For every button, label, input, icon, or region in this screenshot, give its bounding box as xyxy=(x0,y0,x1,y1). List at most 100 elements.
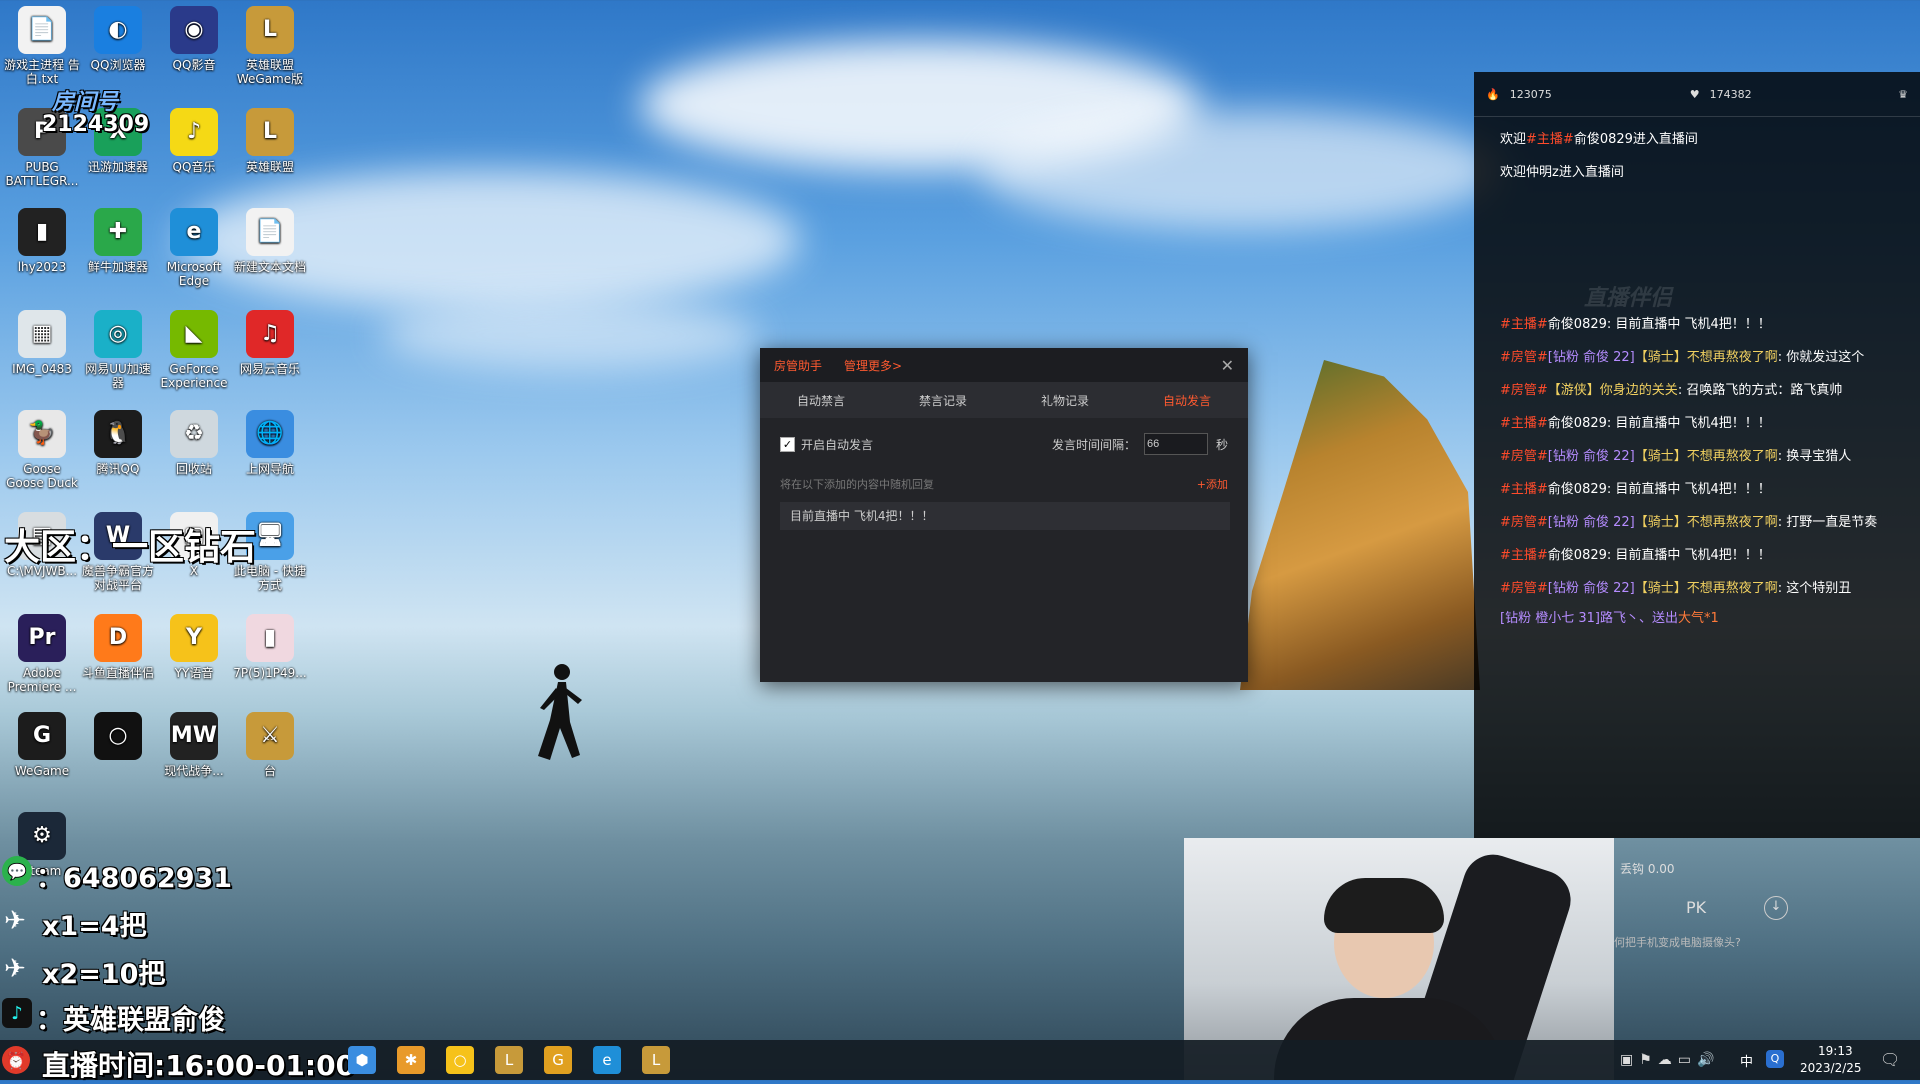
clock-time[interactable]: 19:13 xyxy=(1818,1044,1853,1058)
chat-message: #房管#[钻粉 俞俊 22]【骑士】不想再熬夜了啊: 打野一直是节奏 xyxy=(1500,515,1878,530)
crown-icon[interactable]: ♛ xyxy=(1898,88,1908,101)
clock-date[interactable]: 2023/2/25 xyxy=(1800,1061,1862,1075)
chat-message: #主播#俞俊0829: 目前直播中 飞机4把！！！ xyxy=(1500,416,1771,431)
desktop-icon[interactable]: 📄 新建文本文档 xyxy=(232,208,308,274)
taskbar-app-icon[interactable]: G xyxy=(544,1046,572,1074)
app-icon: ✚ xyxy=(94,208,142,256)
random-reply-hint: 将在以下添加的内容中随机回复 xyxy=(780,478,934,491)
welcome-line: 欢迎仲明z进入直播间 xyxy=(1500,165,1624,180)
desktop-icon[interactable]: Pr Adobe Premiere ... xyxy=(4,614,80,694)
desktop-icon-label: Microsoft Edge xyxy=(166,260,222,288)
desktop-icon-label: QQ浏览器 xyxy=(90,58,146,72)
app-icon: Pr xyxy=(18,614,66,662)
auto-speak-label: 开启自动发言 xyxy=(801,437,874,452)
desktop-icon[interactable]: ⚔ 台 xyxy=(232,712,308,778)
desktop-icon-label: QQ音乐 xyxy=(172,160,216,174)
desktop-icon-label: 游戏主进程 告白.txt xyxy=(4,58,80,86)
desktop-icon[interactable]: 🌐 上网导航 xyxy=(232,410,308,476)
app-icon: ⚙ xyxy=(18,812,66,860)
chat-message: #房管#[钻粉 俞俊 22]【骑士】不想再熬夜了啊: 这个特别丑 xyxy=(1500,581,1852,596)
gift-pk-icon[interactable]: PK xyxy=(1686,898,1706,917)
taskbar-app-icon[interactable]: ⬢ xyxy=(348,1046,376,1074)
app-icon: ◐ xyxy=(94,6,142,54)
desktop-icon[interactable]: L 英雄联盟 WeGame版 xyxy=(232,6,308,86)
app-icon: ▮ xyxy=(246,614,294,662)
reply-entry[interactable]: 目前直播中 飞机4把！！！ xyxy=(780,502,1230,530)
desktop-icon[interactable]: ♻ 回收站 xyxy=(156,410,232,476)
app-icon: ▦ xyxy=(18,310,66,358)
chat-stats-bar: 🔥 123075 ♥ 174382 ♛ xyxy=(1474,72,1920,117)
desktop-icon-label: WeGame xyxy=(14,764,70,778)
dialog-tab[interactable]: 自动禁言 xyxy=(760,392,882,409)
desktop-icon[interactable]: ♫ 网易云音乐 xyxy=(232,310,308,376)
desktop-icon[interactable]: ♪ QQ音乐 xyxy=(156,108,232,174)
desktop-icon[interactable]: D 斗鱼直播伴侣 xyxy=(80,614,156,680)
taskbar: ⏰ 直播时间:16:00-01:00 ⬢ ✱ ○ L Ge L ▣⚑☁▭🔊 中 Q 19:… xyxy=(0,1040,1920,1082)
app-icon: 🐧 xyxy=(94,410,142,458)
notification-icon[interactable]: 🗨 xyxy=(1880,1050,1900,1069)
desktop-icon[interactable]: ◐ QQ浏览器 xyxy=(80,6,156,72)
message-list: #主播#俞俊0829: 目前直播中 飞机4把！！！ #房管#[钻粉 俞俊 22]【… xyxy=(1474,308,1920,605)
desktop-icon[interactable]: e Microsoft Edge xyxy=(156,208,232,288)
app-icon: ○ xyxy=(94,712,142,760)
rule-2: x2=10把 xyxy=(42,959,166,990)
desktop-icon-label: 7P(5)1P49... xyxy=(233,666,307,680)
footer-hint[interactable]: 何把手机变成电脑摄像头? xyxy=(1614,934,1741,950)
desktop-icon[interactable]: ○ xyxy=(80,712,156,764)
chat-message: #房管#[钻粉 俞俊 22]【骑士】不想再熬夜了啊: 换寻宝猎人 xyxy=(1500,449,1852,464)
desktop-icon-label: 网易云音乐 xyxy=(239,362,300,376)
tray-app-icon[interactable]: Q xyxy=(1766,1050,1784,1068)
app-icon: D xyxy=(94,614,142,662)
download-icon[interactable]: ↓ xyxy=(1764,896,1788,920)
add-link[interactable]: +添加 xyxy=(1197,476,1228,492)
chat-message: #房管#【游侠】你身边的关关: 召唤路飞的方式：路飞真帅 xyxy=(1500,383,1843,398)
interval-stepper[interactable] xyxy=(1143,433,1208,455)
desktop-icon[interactable]: G WeGame xyxy=(4,712,80,778)
desktop-icon-label: PUBG BATTLEGR... xyxy=(5,160,79,188)
desktop-icon-label: QQ影音 xyxy=(172,58,216,72)
region-text: 大区：一区钻石 xyxy=(4,527,257,568)
taskbar-app-icon[interactable]: L xyxy=(495,1046,523,1074)
desktop-icon[interactable]: ▮ lhy2023 xyxy=(4,208,80,274)
close-icon[interactable]: ✕ xyxy=(1221,356,1234,375)
app-icon: ▮ xyxy=(18,208,66,256)
chat-message: #主播#俞俊0829: 目前直播中 飞机4把！！！ xyxy=(1500,317,1771,332)
desktop-icon[interactable]: ▮ 7P(5)1P49... xyxy=(232,614,308,680)
desktop-icon[interactable]: ◉ QQ影音 xyxy=(156,6,232,72)
desktop-icon-label: 英雄联盟 xyxy=(245,160,294,174)
app-icon: G xyxy=(18,712,66,760)
auto-speak-checkbox[interactable]: ✓ xyxy=(780,436,795,452)
dialog-tab[interactable]: 禁言记录 xyxy=(882,392,1004,409)
heat-count: 123075 xyxy=(1509,87,1552,101)
desktop-icon-label: 台 xyxy=(263,764,276,778)
desktop-icon[interactable]: L 英雄联盟 xyxy=(232,108,308,174)
dialog-title: 房管助手 xyxy=(774,358,823,373)
app-icon: 🦆 xyxy=(18,410,66,458)
desktop-icon[interactable]: 🦆 Goose Goose Duck xyxy=(4,410,80,490)
desktop-icon[interactable]: 📄 游戏主进程 告白.txt xyxy=(4,6,80,86)
taskbar-app-icon[interactable]: L xyxy=(642,1046,670,1074)
room-number: 2124309 xyxy=(42,112,150,137)
manage-more-link[interactable]: 管理更多> xyxy=(844,357,1221,374)
desktop-icon-label: 腾讯QQ xyxy=(96,462,140,476)
app-icon: ⚔ xyxy=(246,712,294,760)
ime-indicator[interactable]: 中 xyxy=(1740,1051,1753,1070)
desktop-icon[interactable]: ◎ 网易UU加速器 xyxy=(80,310,156,390)
taskbar-app-icon[interactable]: ○ xyxy=(446,1046,474,1074)
plane-icon-2: ✈ xyxy=(4,954,26,984)
dialog-tab[interactable]: 自动发言 xyxy=(1126,392,1248,409)
dialog-tab[interactable]: 礼物记录 xyxy=(1004,392,1126,409)
taskbar-app-icon[interactable]: e xyxy=(593,1046,621,1074)
desktop-icon[interactable]: Y YY语音 xyxy=(156,614,232,680)
taskbar-app-icon[interactable]: ✱ xyxy=(397,1046,425,1074)
like-count: 174382 xyxy=(1709,87,1752,101)
chat-message: #房管#[钻粉 俞俊 22]【骑士】不想再熬夜了啊: 你就发过这个 xyxy=(1500,350,1865,365)
app-icon: ♪ xyxy=(170,108,218,156)
desktop-icon[interactable]: MW 现代战争... xyxy=(156,712,232,778)
balance-text: 丢钩 0.00 xyxy=(1620,862,1675,876)
desktop-icon[interactable]: ▦ IMG_0483 xyxy=(4,310,80,376)
desktop-icon[interactable]: ✚ 鲜牛加速器 xyxy=(80,208,156,274)
gift-line: [钻粉 橙小七 31]路飞丶、送出大气*1 xyxy=(1500,611,1719,626)
desktop-icon[interactable]: ◣ GeForce Experience xyxy=(156,310,232,390)
desktop-icon[interactable]: 🐧 腾讯QQ xyxy=(80,410,156,476)
